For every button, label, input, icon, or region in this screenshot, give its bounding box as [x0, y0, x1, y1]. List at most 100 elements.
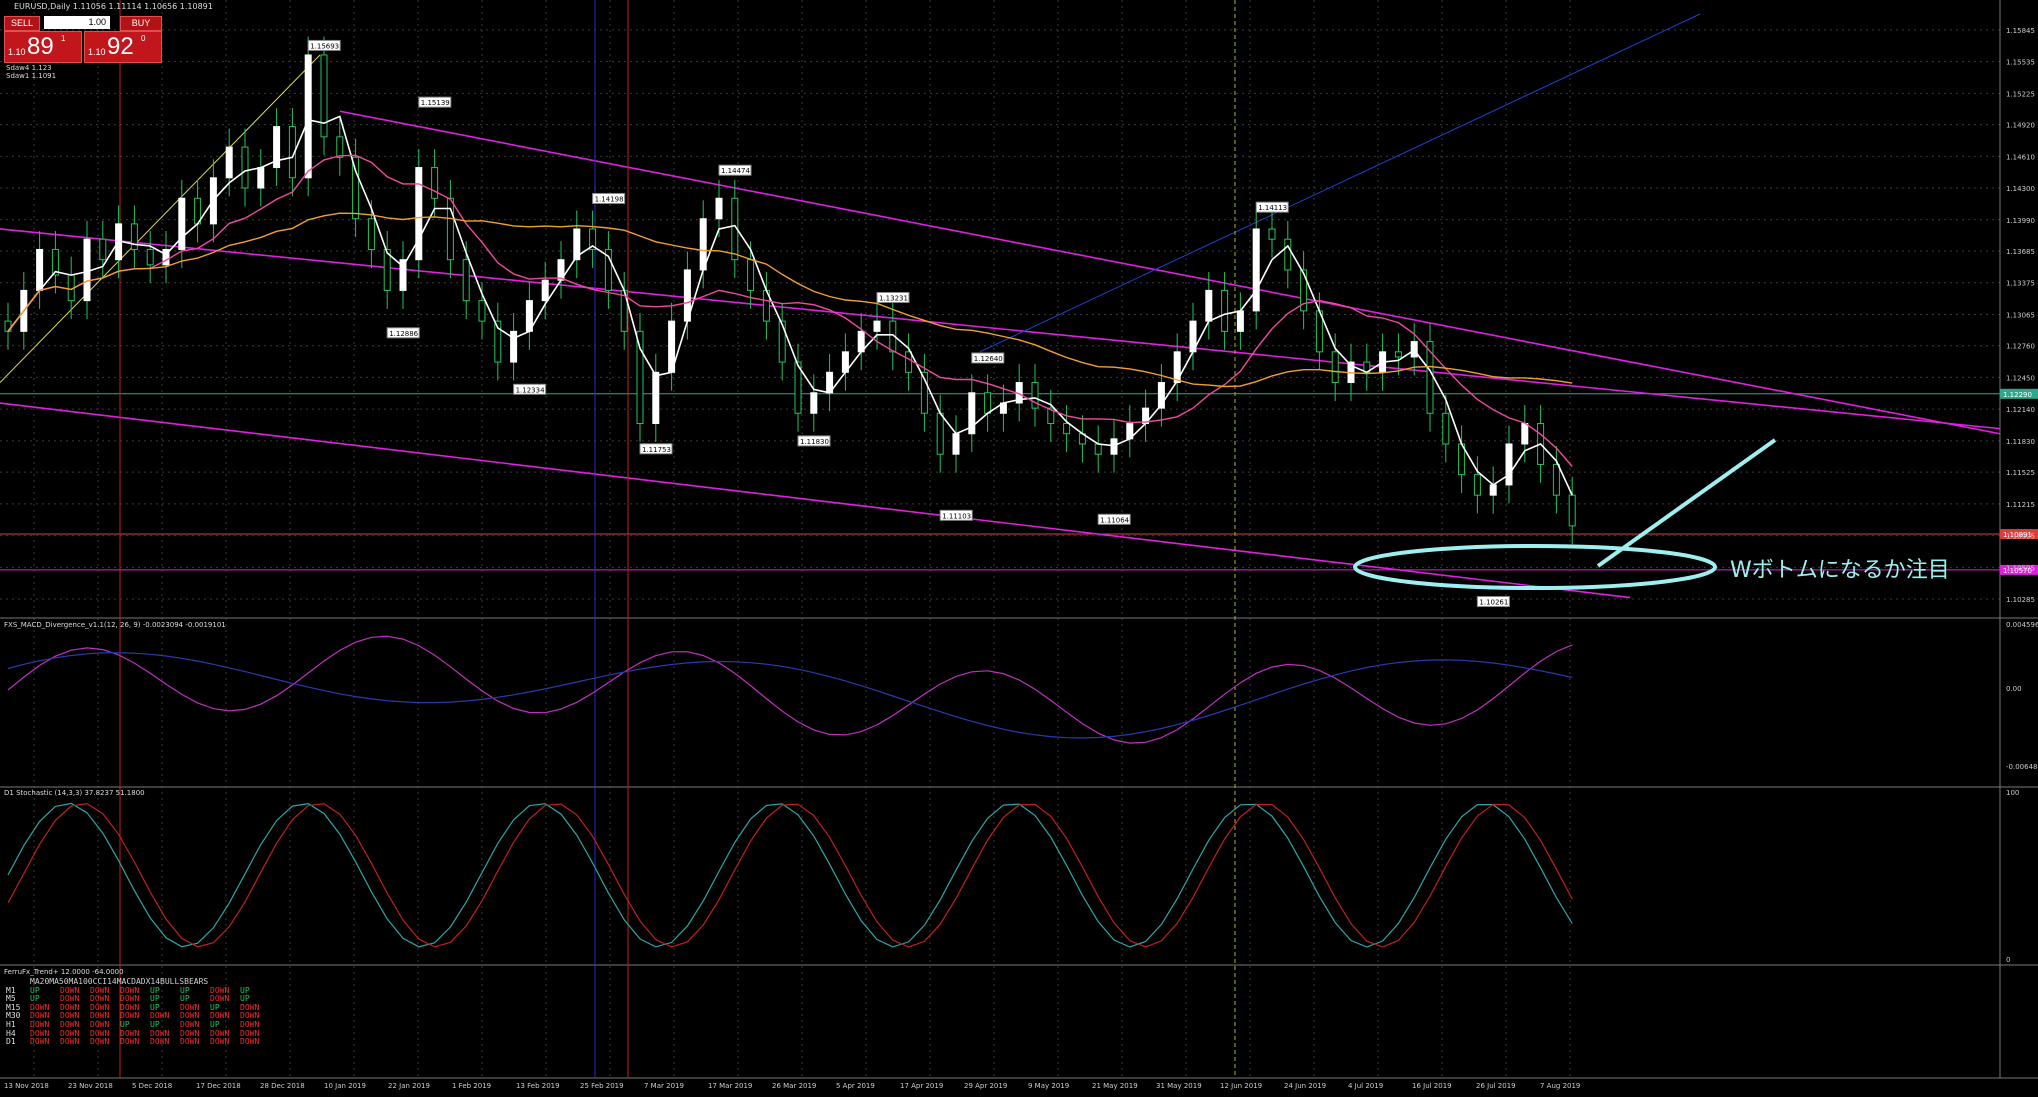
sma-label-1: Sdaw4 1.123 — [6, 64, 52, 72]
candle-body — [1489, 484, 1497, 496]
price-label-text: 1.14113 — [1258, 204, 1287, 212]
channel-line — [0, 228, 2001, 430]
highlight-arrow — [1596, 438, 1777, 568]
candle-body — [1552, 463, 1560, 496]
sell-price-big: 89 — [27, 33, 54, 60]
candle-body — [241, 146, 249, 189]
buy-price-big: 92 — [107, 33, 134, 60]
symbol-line: EURUSD,Daily 1.11056 1.11114 1.10656 1.1… — [14, 2, 213, 11]
x-tick-label: 16 Jul 2019 — [1412, 1082, 1452, 1090]
sma-label-2: Sdaw1 1.1091 — [6, 72, 57, 80]
stochastic-panel — [7, 802, 1573, 948]
candle-body — [178, 197, 186, 250]
highlight-ellipse — [1353, 544, 1717, 590]
y-tick-label: 1.10595 — [2006, 564, 2035, 572]
y-tick-label: 1.11215 — [2006, 501, 2035, 509]
price-label-text: 1.10261 — [1479, 599, 1508, 607]
price-label-text: 1.13231 — [879, 294, 908, 302]
sell-price-box[interactable]: 1.10 89 1 — [4, 31, 82, 63]
price-labels: 1.15693 1.15139 1.14198 1.14474 1.12886 1.123… — [307, 39, 1510, 608]
y-tick-label: 1.11830 — [2006, 438, 2035, 446]
stoch-k — [7, 802, 1573, 948]
candle-body — [257, 167, 265, 189]
candle-body — [873, 320, 881, 332]
x-tick-label: 5 Apr 2019 — [836, 1082, 875, 1090]
x-tick-label: 13 Nov 2018 — [4, 1082, 49, 1090]
candle-body — [1568, 494, 1576, 527]
y-tick-label: 1.15225 — [2006, 90, 2035, 98]
macd-title: FXS_MACD_Divergence_v1.1(12, 26, 9) -0.0… — [4, 621, 226, 629]
candle-body — [225, 146, 233, 179]
candle-body — [936, 412, 944, 455]
buy-button[interactable]: BUY — [120, 16, 162, 31]
candle-body — [1331, 351, 1339, 384]
buy-price-box[interactable]: 1.10 92 0 — [84, 31, 162, 63]
x-tick-label: 28 Dec 2018 — [260, 1082, 305, 1090]
x-tick-label: 24 Jun 2019 — [1284, 1082, 1326, 1090]
candle-body — [83, 238, 91, 302]
price-label-text: 1.14198 — [595, 195, 624, 203]
price-label-text: 1.15693 — [310, 42, 339, 50]
sell-price-sup: 1 — [61, 34, 66, 43]
candle-body — [462, 259, 470, 302]
macd-line — [7, 635, 1573, 744]
candle-body — [415, 167, 423, 261]
sell-button[interactable]: SELL — [4, 16, 40, 31]
stoch-title: D1 Stochastic (14,3,3) 37.8237 51.1800 — [4, 789, 145, 797]
candle-body — [36, 248, 44, 291]
macd-signal — [7, 652, 1573, 739]
x-tick-label: 26 Mar 2019 — [772, 1082, 816, 1090]
x-tick-label: 13 Feb 2019 — [516, 1082, 560, 1090]
one-click-trading-panel: SELL 1.00 BUY 1.10 89 1 1.10 92 0 — [4, 16, 162, 63]
x-tick-label: 17 Apr 2019 — [900, 1082, 943, 1090]
lot-size-input[interactable]: 1.00 — [44, 16, 110, 29]
x-tick-label: 12 Jun 2019 — [1220, 1082, 1262, 1090]
price-label-text: 1.11830 — [800, 438, 829, 446]
x-tick-label: 21 May 2019 — [1092, 1082, 1138, 1090]
y-tick-label: 1.12760 — [2006, 343, 2035, 351]
candle-body — [1268, 228, 1276, 240]
candles — [4, 36, 1576, 545]
candle-body — [336, 136, 344, 158]
x-tick-label: 31 May 2019 — [1156, 1082, 1202, 1090]
x-tick-label: 25 Feb 2019 — [580, 1082, 624, 1090]
candle-body — [304, 54, 312, 179]
annotation-shapes — [1353, 438, 1777, 590]
price-label-text: 1.11103 — [942, 512, 971, 520]
trend-cell: DOWN — [60, 1037, 80, 1047]
blue-trendline — [979, 13, 1701, 353]
candle-body — [905, 351, 913, 373]
candle-body — [1394, 351, 1402, 358]
macd-level-top: 0.0045963 — [2006, 621, 2038, 629]
y-tick-label: 1.13065 — [2006, 311, 2035, 319]
candle-body — [810, 392, 818, 414]
candle-body — [1031, 382, 1039, 409]
y-tick-label: 1.14610 — [2006, 153, 2035, 161]
x-tick-label: 7 Aug 2019 — [1540, 1082, 1580, 1090]
candle-body — [367, 218, 375, 250]
y-tick-label: 1.13375 — [2006, 280, 2035, 288]
trend-cell: DOWN — [90, 1037, 110, 1047]
x-tick-label: 7 Mar 2019 — [644, 1082, 684, 1090]
candle-body — [541, 279, 549, 302]
candle-body — [715, 197, 723, 220]
y-tick-label: 1.14920 — [2006, 122, 2035, 130]
w-bottom-annotation: Wボトムになるか注目 — [1730, 558, 1950, 583]
candle-body — [1221, 289, 1229, 332]
price-label-text: 1.14474 — [721, 167, 750, 175]
trend-cell: DOWN — [120, 1037, 140, 1047]
candle-body — [1110, 438, 1118, 455]
candle-body — [1426, 341, 1434, 414]
trend-tf-label: D1 — [6, 1037, 16, 1047]
x-tick-label: 4 Jul 2019 — [1348, 1082, 1383, 1090]
x-tick-label: 10 Jan 2019 — [324, 1082, 366, 1090]
stoch-level-bot: 0 — [2006, 956, 2011, 964]
candle-body — [778, 320, 786, 363]
ma-mid — [7, 154, 1573, 467]
stoch-level-top: 100 — [2006, 789, 2020, 797]
price-label-text: 1.12334 — [516, 386, 545, 394]
candle-body — [1236, 310, 1244, 332]
sell-price-prefix: 1.10 — [8, 47, 26, 57]
trend-cell: DOWN — [210, 1037, 230, 1047]
price-label-text: 1.12640 — [974, 355, 1003, 363]
